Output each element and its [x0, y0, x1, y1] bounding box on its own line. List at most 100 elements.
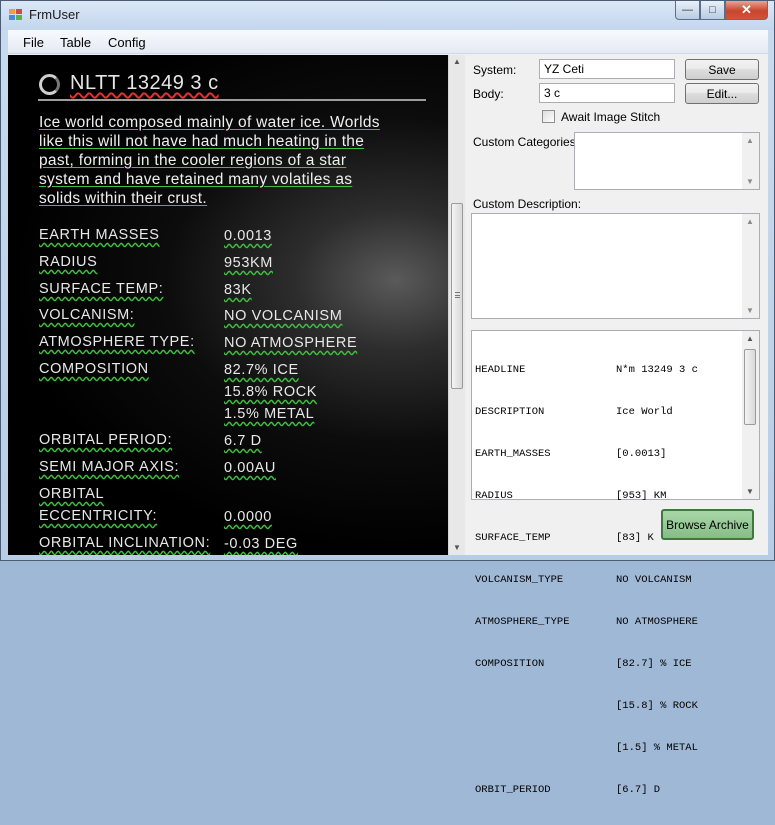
- planet-icon: [39, 74, 60, 95]
- stat-value: 1.5% METAL: [224, 406, 315, 422]
- raw-value: N*m 13249 3 c: [616, 364, 698, 376]
- scroll-down-arrow-icon[interactable]: ▼: [746, 306, 754, 315]
- window-title: FrmUser: [29, 7, 80, 22]
- raw-value: NO ATMOSPHERE: [616, 616, 698, 628]
- app-icon: [9, 9, 23, 21]
- close-button[interactable]: ✕: [725, 1, 768, 20]
- raw-key: ORBIT_PERIOD: [475, 784, 551, 796]
- scroll-thumb[interactable]: [744, 349, 756, 425]
- maximize-button[interactable]: □: [700, 1, 725, 20]
- stat-key: EARTH MASSES: [39, 227, 160, 243]
- stat-value: NO ATMOSPHERE: [224, 335, 358, 351]
- raw-value: [6.7] D: [616, 784, 661, 796]
- stat-key: ECCENTRICITY:: [39, 508, 158, 524]
- scroll-up-arrow-icon[interactable]: ▲: [746, 334, 754, 343]
- stat-key: ORBITAL: [39, 486, 105, 502]
- raw-value: [0.0013]: [616, 448, 667, 460]
- raw-key: EARTH_MASSES: [475, 448, 551, 460]
- raw-row: HEADLINE N*m 13249 3 c: [475, 363, 740, 377]
- browse-archive-button[interactable]: Browse Archive: [661, 509, 754, 540]
- system-input[interactable]: YZ Ceti: [539, 59, 675, 79]
- stat-key: VOLCANISM:: [39, 307, 135, 323]
- raw-data-table: HEADLINE N*m 13249 3 c DESCRIPTION Ice Wor…: [475, 335, 740, 825]
- stat-value: -0.03 DEG: [224, 536, 298, 552]
- system-label: System:: [473, 63, 517, 77]
- title-bar[interactable]: FrmUser — □ ✕: [1, 1, 774, 30]
- raw-row: VOLCANISM_TYPE NO VOLCANISM: [475, 573, 740, 587]
- raw-row: [1.5] % METAL: [475, 741, 740, 755]
- stat-key: SURFACE TEMP:: [39, 281, 164, 297]
- menu-config[interactable]: Config: [108, 35, 146, 50]
- raw-key: VOLCANISM_TYPE: [475, 574, 564, 586]
- categories-scrollbar[interactable]: ▲ ▼: [742, 133, 759, 189]
- description-line: Ice world composed mainly of water ice. …: [39, 114, 380, 131]
- raw-row: ATMOSPHERE_TYPE NO ATMOSPHERE: [475, 615, 740, 629]
- raw-data-scrollbar[interactable]: ▲ ▼: [742, 331, 759, 499]
- scroll-thumb[interactable]: [451, 203, 463, 389]
- menu-bar: File Table Config: [8, 30, 768, 54]
- image-scrollbar[interactable]: ▲ ▼: [448, 55, 465, 555]
- client-area: File Table Config NLTT 13249 3 c Ice wor…: [8, 30, 768, 796]
- scroll-down-arrow-icon[interactable]: ▼: [453, 543, 461, 552]
- minimize-button[interactable]: —: [675, 1, 700, 20]
- body-input[interactable]: 3 c: [539, 83, 675, 103]
- raw-key: DESCRIPTION: [475, 406, 545, 418]
- raw-row: [15.8] % ROCK: [475, 699, 740, 713]
- raw-key: SURFACE_TEMP: [475, 532, 551, 544]
- save-button[interactable]: Save: [685, 59, 759, 80]
- raw-value: [1.5] % METAL: [616, 742, 698, 754]
- stat-value: 953KM: [224, 255, 273, 271]
- raw-row: ORBIT_PERIOD [6.7] D: [475, 783, 740, 797]
- body-name-heading: NLTT 13249 3 c: [70, 72, 219, 94]
- scroll-up-arrow-icon[interactable]: ▲: [746, 136, 754, 145]
- stat-key: ORBITAL PERIOD:: [39, 432, 173, 448]
- stat-key: ORBITAL INCLINATION:: [39, 535, 211, 551]
- custom-description-input[interactable]: ▲ ▼: [471, 213, 760, 319]
- stat-key: SEMI MAJOR AXIS:: [39, 459, 180, 475]
- edit-button[interactable]: Edit...: [685, 83, 759, 104]
- raw-key: RADIUS: [475, 490, 513, 502]
- raw-key: [475, 699, 616, 713]
- custom-categories-input[interactable]: ▲ ▼: [574, 132, 760, 190]
- game-image-panel: NLTT 13249 3 c Ice world composed mainly…: [8, 55, 448, 555]
- raw-value: Ice World: [616, 406, 673, 418]
- scroll-up-arrow-icon[interactable]: ▲: [453, 57, 461, 66]
- scroll-up-arrow-icon[interactable]: ▲: [746, 217, 754, 226]
- raw-data-list[interactable]: HEADLINE N*m 13249 3 c DESCRIPTION Ice Wor…: [471, 330, 760, 796]
- raw-key: ATMOSPHERE_TYPE: [475, 616, 570, 628]
- description-line: past, forming in the cooler regions of a…: [39, 152, 347, 169]
- raw-key: COMPOSITION: [475, 658, 545, 670]
- stat-value: 0.00AU: [224, 460, 276, 476]
- raw-key: HEADLINE: [475, 364, 526, 376]
- raw-value: NO VOLCANISM: [616, 574, 692, 586]
- stat-value: NO VOLCANISM: [224, 308, 343, 324]
- raw-value: [15.8] % ROCK: [616, 700, 698, 712]
- divider: [38, 99, 426, 101]
- stat-value: 0.0000: [224, 509, 272, 525]
- raw-key: [475, 741, 616, 755]
- menu-file[interactable]: File: [23, 35, 44, 50]
- stat-value: 6.7 D: [224, 433, 262, 449]
- description-scrollbar[interactable]: ▲ ▼: [742, 214, 759, 318]
- stat-key: RADIUS: [39, 254, 98, 270]
- scroll-down-arrow-icon[interactable]: ▼: [746, 177, 754, 186]
- menu-table[interactable]: Table: [60, 35, 91, 50]
- app-window: FrmUser — □ ✕ File Table Config NLTT 132…: [0, 0, 775, 796]
- stat-key: ATMOSPHERE TYPE:: [39, 334, 195, 350]
- custom-description-label: Custom Description:: [473, 197, 582, 211]
- stat-value: 83K: [224, 282, 252, 298]
- raw-row: DESCRIPTION Ice World: [475, 405, 740, 419]
- scroll-down-arrow-icon[interactable]: ▼: [746, 487, 754, 496]
- raw-row: RADIUS [953] KM: [475, 489, 740, 503]
- description-line: like this will not have had much heating…: [39, 133, 365, 150]
- stat-value: 15.8% ROCK: [224, 384, 318, 400]
- await-image-stitch-label[interactable]: Await Image Stitch: [561, 110, 660, 124]
- raw-value: [83] K: [616, 532, 654, 544]
- description-line: solids within their crust.: [39, 190, 208, 207]
- stat-value: 0.0013: [224, 228, 272, 244]
- raw-value: [953] KM: [616, 490, 667, 502]
- await-image-stitch-checkbox[interactable]: [542, 110, 555, 123]
- body-description: Ice world composed mainly of water ice. …: [39, 113, 419, 208]
- custom-categories-label: Custom Categories:: [473, 135, 580, 149]
- body-label: Body:: [473, 87, 504, 101]
